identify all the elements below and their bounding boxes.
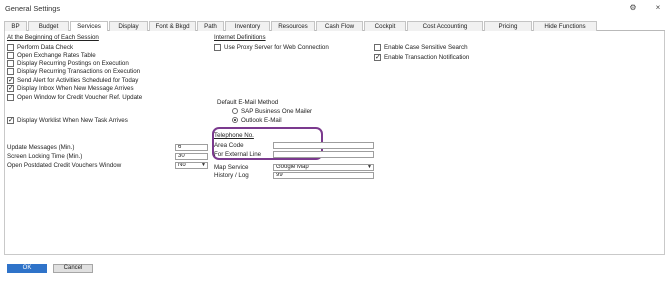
proxy-checkbox[interactable] [214,44,221,51]
tab-inventory[interactable]: Inventory [225,21,270,31]
tab-display[interactable]: Display [109,21,148,31]
tab-cash-flow[interactable]: Cash Flow [316,21,363,31]
settings-gear-icon[interactable]: ⚙ [628,3,638,13]
case-sensitive-search-label: Enable Case Sensitive Search [384,44,468,51]
perform-data-check-checkbox[interactable] [7,44,14,51]
history-log-input[interactable]: 99 [273,172,374,179]
chevron-down-icon: ▼ [367,164,372,170]
display-inbox-label: Display Inbox When New Message Arrives [17,85,134,92]
internet-heading: Internet Definitions [214,34,266,41]
external-line-input[interactable] [273,151,374,158]
recurring-postings-label: Display Recurring Postings on Execution [17,60,129,67]
display-inbox-checkbox[interactable] [7,84,14,92]
tab-path[interactable]: Path [197,21,224,31]
history-log-label: History / Log [214,172,249,179]
worklist-label: Display Worklist When New Task Arrives [17,117,128,124]
title-bar: General Settings ⚙ × [0,0,669,16]
proxy-label: Use Proxy Server for Web Connection [224,44,329,51]
area-code-input[interactable] [273,142,374,149]
area-code-label: Area Code [214,142,244,149]
tab-font-bkgd[interactable]: Font & Bkgd [149,21,196,31]
map-service-label: Map Service [214,164,249,171]
screen-locking-label: Screen Locking Time (Min.) [7,153,83,160]
outlook-email-label: Outlook E-Mail [241,117,282,124]
postdated-label: Open Postdated Credit Vouchers Window [7,162,122,169]
tab-cost-accounting[interactable]: Cost Accounting [407,21,483,31]
email-heading: Default E-Mail Method [217,99,279,106]
ok-button[interactable]: OK [7,264,47,273]
tab-resources[interactable]: Resources [271,21,315,31]
map-service-value: Google Map [276,164,309,170]
perform-data-check-label: Perform Data Check [17,44,74,51]
recurring-transactions-checkbox[interactable] [7,68,14,75]
cancel-button[interactable]: Cancel [53,264,93,273]
transaction-notification-checkbox[interactable] [374,53,381,61]
postdated-value: No [178,162,186,168]
open-exchange-rates-label: Open Exchange Rates Table [17,52,96,59]
tab-strip: BP Budget Services Display Font & Bkgd Path In… [4,21,665,32]
close-icon[interactable]: × [653,3,663,13]
sap-mailer-label: SAP Business One Mailer [241,108,313,115]
session-heading: At the Beginning of Each Session [7,34,99,41]
worklist-checkbox[interactable] [7,116,14,124]
outlook-email-radio[interactable] [232,117,238,123]
services-panel: At the Beginning of Each Session Perform… [4,31,665,255]
recurring-postings-checkbox[interactable] [7,60,14,67]
credit-voucher-window-checkbox[interactable] [7,94,14,101]
credit-voucher-window-label: Open Window for Credit Voucher Ref. Upda… [17,94,143,101]
chevron-down-icon: ▼ [201,162,206,168]
tab-pricing[interactable]: Pricing [484,21,532,31]
sap-mailer-radio[interactable] [232,108,238,114]
screen-locking-input[interactable]: 30 [175,153,208,160]
tab-hide-functions[interactable]: Hide Functions [533,21,597,31]
transaction-notification-label: Enable Transaction Notification [384,54,470,61]
tab-bp[interactable]: BP [4,21,27,31]
tab-budget[interactable]: Budget [28,21,69,31]
open-exchange-rates-checkbox[interactable] [7,52,14,59]
telephone-heading: Telephone No. [214,132,254,139]
send-alert-checkbox[interactable] [7,76,14,84]
update-messages-label: Update Messages (Min.) [7,144,75,151]
map-service-select[interactable]: Google Map ▼ [273,164,374,171]
tab-cockpit[interactable]: Cockpit [364,21,406,31]
postdated-select[interactable]: No ▼ [175,162,208,169]
send-alert-label: Send Alert for Activities Scheduled for … [17,77,139,84]
update-messages-input[interactable]: 6 [175,144,208,151]
recurring-transactions-label: Display Recurring Transactions on Execut… [17,68,141,75]
case-sensitive-search-checkbox[interactable] [374,44,381,51]
external-line-label: For External Line [214,151,262,158]
window-title: General Settings [5,4,61,13]
